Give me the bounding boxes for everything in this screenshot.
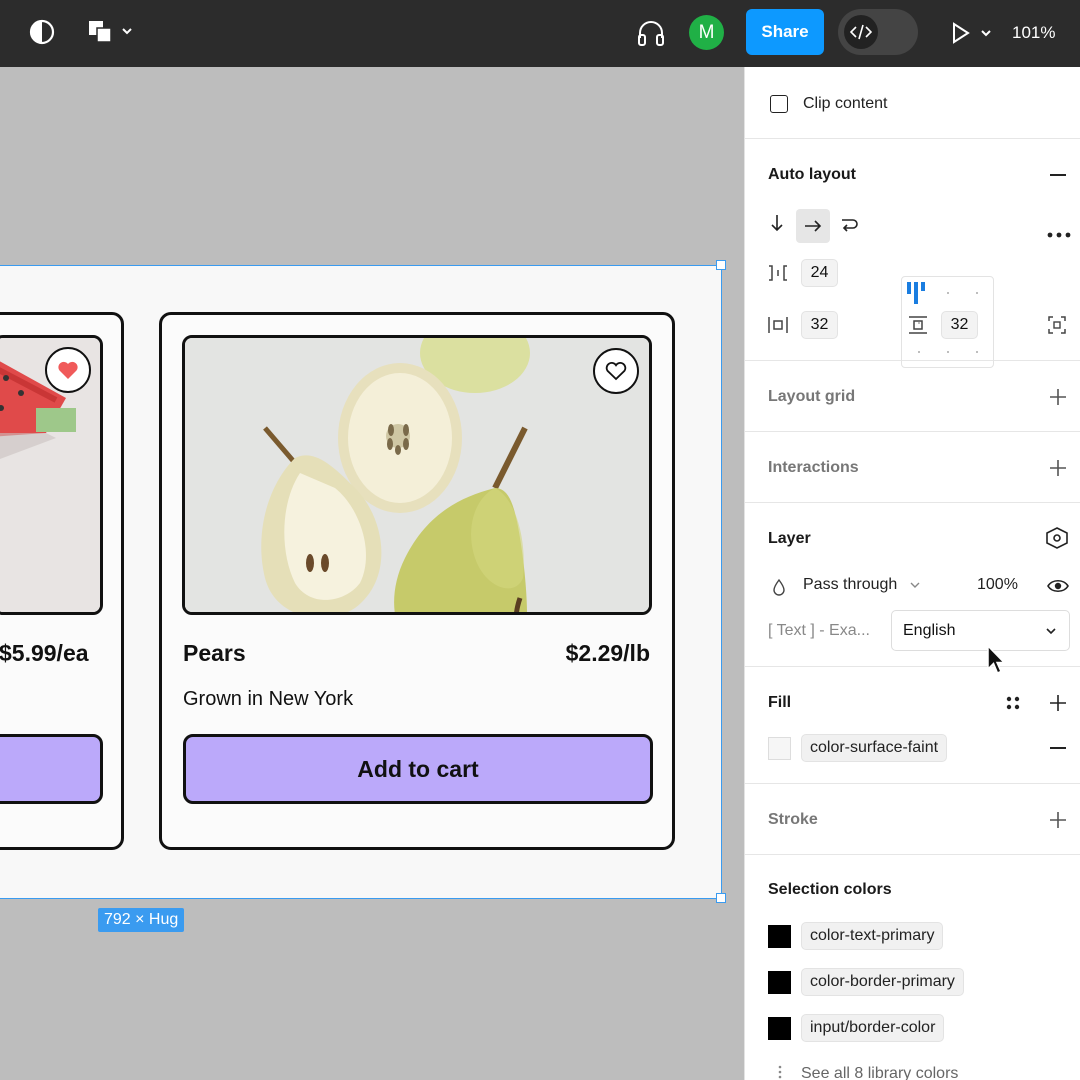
component-icon[interactable] <box>1045 527 1069 554</box>
add-interaction-icon[interactable] <box>1047 457 1069 479</box>
chevron-down-icon <box>1046 628 1056 635</box>
fill-title: Fill <box>768 694 792 711</box>
fill-section: Fill color-surface-faint <box>745 667 1080 784</box>
arrow-right-icon[interactable] <box>796 209 830 243</box>
product-card-watermelon[interactable]: $5.99/ea <box>0 312 124 850</box>
mouse-cursor-icon <box>986 644 1006 680</box>
drag-handle-icon <box>778 1065 782 1080</box>
individual-padding-icon[interactable] <box>1047 315 1067 340</box>
top-toolbar: M Share 101% <box>0 0 1080 67</box>
interactions-section: Interactions <box>745 432 1080 503</box>
add-to-cart-button[interactable]: Add to cart <box>183 734 653 804</box>
add-stroke-icon[interactable] <box>1047 809 1069 831</box>
selection-color-swatch[interactable] <box>768 1017 791 1040</box>
more-options-icon[interactable] <box>1047 225 1071 243</box>
arrow-down-icon[interactable] <box>769 213 785 238</box>
blend-mode-select[interactable]: Pass through <box>803 576 897 594</box>
add-layout-grid-icon[interactable] <box>1047 386 1069 408</box>
horizontal-padding-icon <box>767 315 789 340</box>
selection-color-swatch[interactable] <box>768 925 791 948</box>
chevron-down-icon <box>909 578 921 596</box>
selection-colors-section: Selection colors color-text-primary colo… <box>745 855 1080 1080</box>
clip-content-checkbox[interactable] <box>770 95 788 113</box>
layer-title: Layer <box>768 530 811 547</box>
headphones-icon[interactable] <box>634 16 668 50</box>
code-icon <box>844 15 878 49</box>
resize-handle-bottom-right[interactable] <box>716 893 726 903</box>
design-canvas[interactable]: $5.99/ea Pears $2.29/lb Grown in New Yor… <box>0 67 744 1080</box>
appearance-toggle-icon[interactable] <box>28 18 56 46</box>
selection-color-chip[interactable]: color-border-primary <box>801 968 964 996</box>
clip-content-section: Clip content <box>745 67 1080 139</box>
opacity-input[interactable]: 100% <box>977 576 1018 594</box>
eye-icon[interactable] <box>1047 578 1069 599</box>
favorite-button[interactable] <box>593 348 639 394</box>
auto-layout-section: Auto layout 24 32 32 <box>745 139 1080 368</box>
fill-swatch[interactable] <box>768 737 791 760</box>
dev-mode-toggle[interactable] <box>838 9 918 55</box>
stroke-section: Stroke <box>745 784 1080 855</box>
present-button[interactable] <box>948 18 994 48</box>
selection-colors-title: Selection colors <box>768 881 892 898</box>
add-to-cart-button[interactable] <box>0 734 103 804</box>
user-avatar[interactable]: M <box>689 15 724 50</box>
selection-color-swatch[interactable] <box>768 971 791 994</box>
heart-outline-icon <box>605 362 627 381</box>
vertical-padding-icon <box>907 315 929 340</box>
vertical-padding-input[interactable]: 32 <box>941 311 978 339</box>
remove-fill-icon[interactable] <box>1047 737 1069 759</box>
gap-icon <box>767 263 789 288</box>
favorite-button[interactable] <box>45 347 91 393</box>
frame-size-label: 792 × Hug <box>98 908 185 932</box>
alignment-top-left-icon <box>907 282 931 309</box>
auto-layout-title: Auto layout <box>768 166 856 183</box>
selection-color-chip[interactable]: input/border-color <box>801 1014 945 1042</box>
layout-grid-section: Layout grid <box>745 361 1080 432</box>
blend-mode-icon <box>772 578 786 601</box>
product-name: Pears <box>183 640 246 666</box>
zoom-level[interactable]: 101% <box>1012 18 1080 48</box>
horizontal-padding-input[interactable]: 32 <box>801 311 838 339</box>
clip-content-label: Clip content <box>803 95 888 112</box>
share-button[interactable]: Share <box>746 9 824 55</box>
product-card-pears[interactable]: Pears $2.29/lb Grown in New York Add to … <box>159 312 675 850</box>
wrap-icon[interactable] <box>839 215 859 240</box>
layout-grid-title: Layout grid <box>768 388 856 405</box>
language-value: English <box>903 622 956 639</box>
add-fill-icon[interactable] <box>1047 692 1069 714</box>
product-price: $2.29/lb <box>565 640 650 666</box>
shape-tools-menu[interactable] <box>88 18 136 46</box>
fill-style-chip[interactable]: color-surface-faint <box>801 734 948 762</box>
see-all-library-colors-link[interactable]: See all 8 library colors <box>801 1065 958 1080</box>
product-price: $5.99/ea <box>0 640 89 666</box>
styles-icon[interactable] <box>1005 695 1021 716</box>
resize-handle-top-right[interactable] <box>716 260 726 270</box>
product-description: Grown in New York <box>183 688 354 710</box>
remove-auto-layout-icon[interactable] <box>1047 164 1069 186</box>
selection-color-chip[interactable]: color-text-primary <box>801 922 944 950</box>
stroke-title: Stroke <box>768 811 818 828</box>
pears-photo <box>182 335 652 615</box>
properties-panel: Clip content Auto layout 24 32 32 Layout… <box>744 67 1080 1080</box>
interactions-title: Interactions <box>768 459 859 476</box>
language-select[interactable]: English <box>891 610 1070 651</box>
gap-input[interactable]: 24 <box>801 259 838 287</box>
heart-filled-icon <box>58 361 78 379</box>
text-variable-label: [ Text ] - Exa... <box>768 622 870 639</box>
